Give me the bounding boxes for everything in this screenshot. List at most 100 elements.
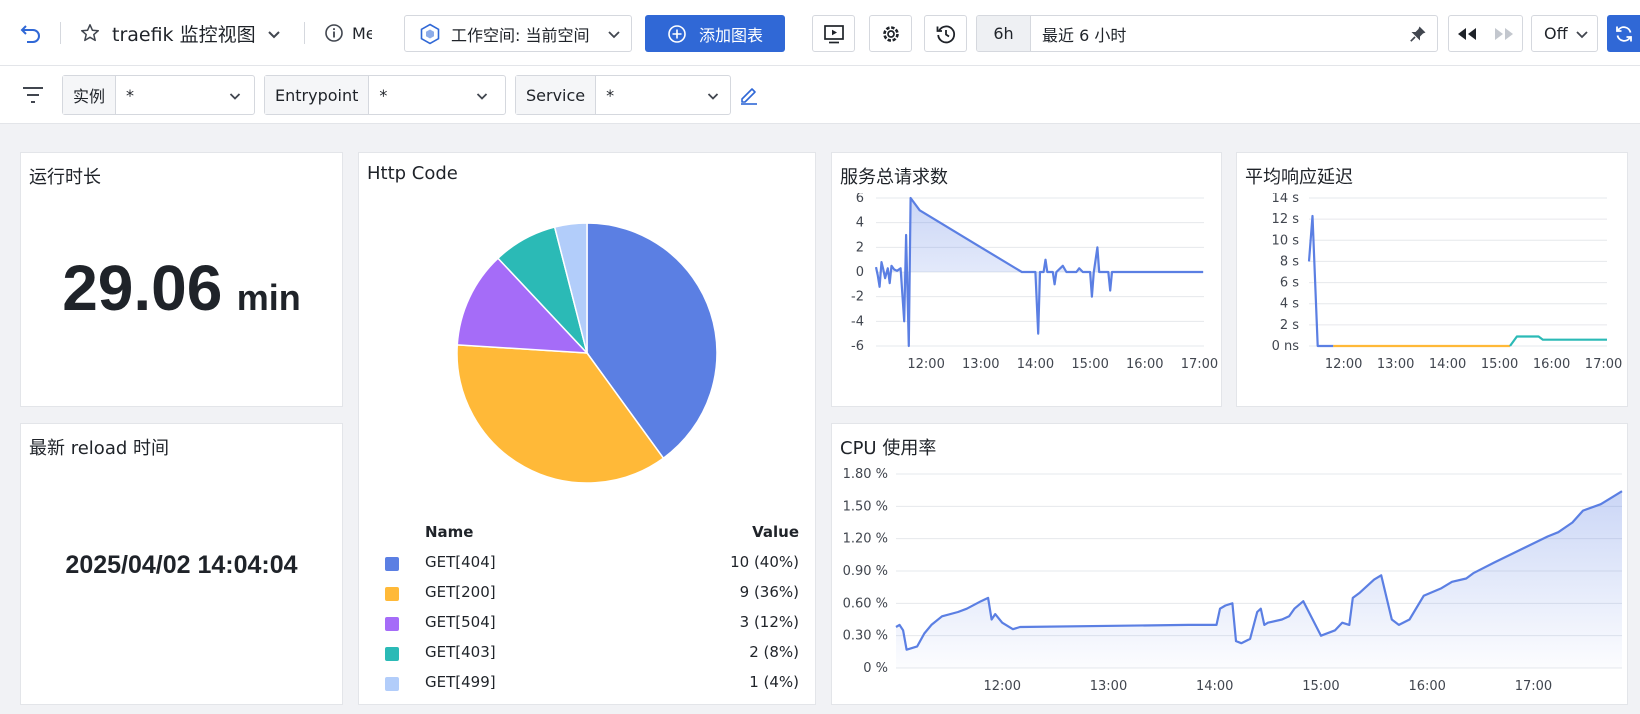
legend-name: GET[200] (425, 583, 496, 601)
y-tick-label: 1.80 % (843, 467, 888, 482)
http-code-pie-chart (456, 222, 718, 484)
legend-name: GET[403] (425, 643, 496, 661)
settings-button[interactable] (869, 15, 912, 52)
refresh-icon (1614, 24, 1634, 44)
time-range-picker[interactable]: 6h 最近 6 小时 (976, 15, 1438, 52)
legend-swatch (385, 617, 399, 631)
workspace-select[interactable]: 工作空间: 当前空间 (404, 15, 632, 52)
legend-row[interactable]: GET[499] 1 (4%) (359, 671, 815, 695)
x-tick-label: 17:00 (1181, 357, 1218, 372)
requests-panel[interactable]: 服务总请求数 6 4 2 0 -2 -4 -6 12:00 13:00 14:00 15:00 16:… (831, 152, 1222, 407)
y-tick-label: -2 (851, 290, 864, 305)
legend-swatch (385, 557, 399, 571)
time-shortcut[interactable]: 6h (977, 16, 1031, 51)
back-icon[interactable] (18, 20, 44, 46)
x-tick-label: 15:00 (1302, 679, 1339, 694)
http-code-panel[interactable]: Http Code Name Value GET[404] 10 (40%) GET… (358, 152, 816, 705)
refresh-button[interactable] (1607, 15, 1640, 52)
legend-value: 2 (8%) (749, 643, 799, 661)
history-icon (935, 23, 957, 45)
legend-name: GET[504] (425, 613, 496, 631)
cpu-area-chart: 1.80 % 1.50 % 1.20 % 0.90 % 0.60 % 0.30 % 0 % 1… (843, 467, 1623, 694)
series-line (1509, 335, 1607, 347)
y-tick-label: 0.30 % (843, 629, 888, 644)
variable-service[interactable]: Service * (515, 75, 731, 115)
series-line (1307, 214, 1334, 348)
plus-circle-icon (667, 24, 687, 44)
y-tick-label: 0 (856, 265, 864, 280)
dashboard-title[interactable]: traefik 监控视图 (112, 19, 256, 47)
variables-bar: 实例 * Entrypoint * Service * (0, 66, 1640, 124)
variable-entrypoint[interactable]: Entrypoint * (264, 75, 506, 115)
legend-swatch (385, 587, 399, 601)
pin-icon[interactable] (1409, 25, 1427, 43)
cpu-panel[interactable]: CPU 使用率 1.80 % 1.50 % 1.20 % 0.90 % 0.60 % 0.… (831, 423, 1628, 705)
auto-refresh-label: Off (1544, 24, 1568, 43)
meta-label[interactable]: Me (352, 21, 372, 45)
y-tick-label: 14 s (1272, 193, 1300, 206)
divider (60, 22, 61, 44)
panel-title: 运行时长 (29, 167, 101, 188)
variable-label: Entrypoint (265, 76, 370, 114)
reload-time-panel[interactable]: 最新 reload 时间 2025/04/02 14:04:04 (20, 423, 343, 705)
variable-value[interactable]: * (369, 76, 498, 114)
x-tick-label: 16:00 (1126, 357, 1163, 372)
legend-row[interactable]: GET[200] 9 (36%) (359, 581, 815, 605)
presentation-button[interactable] (812, 15, 855, 52)
star-icon[interactable] (78, 21, 102, 45)
time-shift-group (1448, 15, 1523, 52)
info-icon[interactable] (323, 22, 345, 44)
y-tick-label: 0 % (863, 661, 888, 676)
history-button[interactable] (924, 15, 967, 52)
legend-row[interactable]: GET[403] 2 (8%) (359, 641, 815, 665)
add-chart-button[interactable]: 添加图表 (645, 15, 785, 52)
workspace-icon (419, 23, 441, 45)
uptime-value: 29.06 min (62, 252, 301, 324)
x-tick-label: 14:00 (1196, 679, 1233, 694)
legend-swatch (385, 677, 399, 691)
y-tick-label: 1.50 % (843, 499, 888, 514)
x-tick-label: 12:00 (907, 357, 944, 372)
latency-panel[interactable]: 平均响应延迟 14 s 12 s 10 s 8 s 6 s 4 s 2 s 0 ns 12:00… (1236, 152, 1628, 407)
chevron-down-icon (1575, 27, 1589, 41)
shift-back-button[interactable] (1449, 16, 1486, 51)
legend-value: 10 (40%) (730, 553, 799, 571)
chevron-down-icon[interactable] (266, 26, 282, 42)
x-tick-label: 14:00 (1017, 357, 1054, 372)
y-tick-label: 4 (856, 216, 864, 231)
y-tick-label: -4 (851, 314, 864, 329)
x-tick-label: 15:00 (1071, 357, 1108, 372)
variable-value[interactable]: * (596, 76, 729, 114)
workspace-label: 工作空间: 当前空间 (451, 25, 590, 45)
variable-value[interactable]: * (116, 76, 251, 114)
legend-name: GET[404] (425, 553, 496, 571)
uptime-panel[interactable]: 运行时长 29.06 min (20, 152, 343, 407)
x-tick-label: 15:00 (1481, 357, 1518, 372)
panel-title: Http Code (367, 163, 458, 184)
variable-label: Service (516, 76, 597, 114)
y-tick-label: 6 (856, 193, 864, 206)
x-tick-label: 14:00 (1429, 357, 1466, 372)
legend-row[interactable]: GET[404] 10 (40%) (359, 551, 815, 575)
variable-instance[interactable]: 实例 * (62, 75, 255, 115)
y-tick-label: 6 s (1280, 276, 1299, 291)
panel-title: CPU 使用率 (840, 438, 937, 459)
x-tick-label: 12:00 (984, 679, 1021, 694)
latency-line-chart: 14 s 12 s 10 s 8 s 6 s 4 s 2 s 0 ns 12:00 13:00 14… (1272, 193, 1623, 372)
variable-label: 实例 (63, 76, 117, 114)
legend-row[interactable]: GET[504] 3 (12%) (359, 611, 815, 635)
legend-name: GET[499] (425, 673, 496, 691)
filter-icon[interactable] (20, 82, 46, 108)
y-tick-label: 10 s (1272, 233, 1300, 248)
y-tick-label: 0.60 % (843, 596, 888, 611)
y-tick-label: 8 s (1280, 254, 1299, 269)
edit-variables-icon[interactable] (738, 84, 760, 106)
legend-name-header: Name (425, 523, 474, 541)
y-tick-label: 2 (856, 240, 864, 255)
legend-value-header: Value (752, 523, 799, 541)
auto-refresh-select[interactable]: Off (1531, 15, 1598, 52)
shift-forward-button[interactable] (1486, 16, 1523, 51)
y-tick-label: 2 s (1280, 318, 1299, 333)
time-range-label: 最近 6 小时 (1042, 25, 1127, 45)
divider (304, 22, 305, 44)
